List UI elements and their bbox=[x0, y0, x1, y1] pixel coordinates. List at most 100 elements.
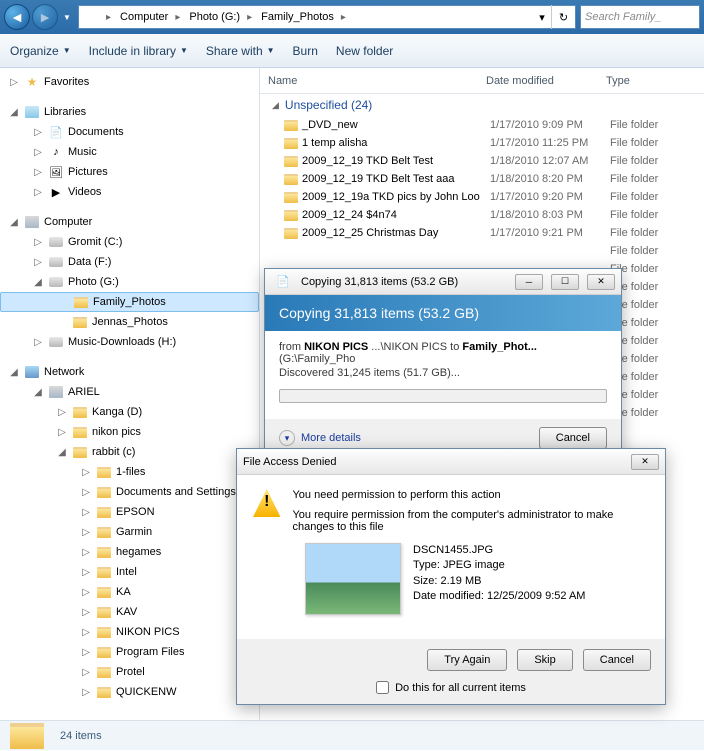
tree-item-data[interactable]: ▷Data (F:) bbox=[0, 252, 259, 272]
location-icon bbox=[83, 9, 99, 25]
videos-icon: ▶ bbox=[48, 184, 64, 200]
skip-button[interactable]: Skip bbox=[517, 649, 572, 671]
tree-item-kanga[interactable]: ▷Kanga (D) bbox=[0, 402, 259, 422]
file-row[interactable]: _DVD_new1/17/2010 9:09 PMFile folder bbox=[260, 116, 704, 134]
file-row[interactable]: 2009_12_19a TKD pics by John Loo1/17/201… bbox=[260, 188, 704, 206]
folder-icon bbox=[72, 404, 88, 420]
favorites-group[interactable]: ▷Favorites bbox=[0, 72, 259, 92]
refresh-button[interactable]: ↻ bbox=[551, 5, 575, 29]
folder-icon bbox=[96, 524, 112, 540]
tree-item[interactable]: ▷Protel bbox=[0, 662, 259, 682]
folder-icon bbox=[284, 192, 298, 203]
folder-icon bbox=[284, 138, 298, 149]
tree-item-nikon-pics[interactable]: ▷nikon pics bbox=[0, 422, 259, 442]
file-row[interactable]: 2009_12_19 TKD Belt Test1/18/2010 12:07 … bbox=[260, 152, 704, 170]
chevron-right-icon[interactable]: ▸ bbox=[338, 12, 349, 23]
libraries-group[interactable]: ◢Libraries bbox=[0, 102, 259, 122]
drive-icon bbox=[48, 254, 64, 270]
include-library-menu[interactable]: Include in library▼ bbox=[89, 44, 188, 58]
column-date[interactable]: Date modified bbox=[478, 75, 598, 87]
navigation-bar: ◄ ► ▼ ▸ Computer ▸ Photo (G:) ▸ Family_P… bbox=[0, 0, 704, 34]
back-button[interactable]: ◄ bbox=[4, 4, 30, 30]
folder-icon bbox=[284, 174, 298, 185]
tree-item-documents[interactable]: ▷📄Documents bbox=[0, 122, 259, 142]
file-row[interactable]: 2009_12_25 Christmas Day1/17/2010 9:21 P… bbox=[260, 224, 704, 242]
dialog-titlebar[interactable]: File Access Denied ✕ bbox=[237, 449, 665, 475]
file-row[interactable]: 2009_12_24 $4n741/18/2010 8:03 PMFile fo… bbox=[260, 206, 704, 224]
tree-item-jennas-photos[interactable]: Jennas_Photos bbox=[0, 312, 259, 332]
tree-item[interactable]: ▷hegames bbox=[0, 542, 259, 562]
dialog-title: Copying 31,813 items (53.2 GB) bbox=[301, 276, 507, 288]
tree-item[interactable]: ▷Documents and Settings bbox=[0, 482, 259, 502]
column-name[interactable]: Name bbox=[260, 75, 478, 87]
network-icon bbox=[24, 364, 40, 380]
chevron-down-icon: ▾ bbox=[279, 430, 295, 446]
file-row[interactable]: 1 temp alisha1/17/2010 11:25 PMFile fold… bbox=[260, 134, 704, 152]
tree-item-family-photos[interactable]: Family_Photos bbox=[0, 292, 259, 312]
folder-icon bbox=[96, 684, 112, 700]
breadcrumb-family-photos[interactable]: Family_Photos bbox=[255, 6, 338, 28]
breadcrumb-computer[interactable]: Computer bbox=[114, 6, 172, 28]
chevron-right-icon[interactable]: ▸ bbox=[244, 12, 255, 23]
file-metadata: DSCN1455.JPG Type: JPEG image Size: 2.19… bbox=[413, 543, 585, 615]
tree-item[interactable]: ▷Garmin bbox=[0, 522, 259, 542]
dialog-titlebar[interactable]: 📄 Copying 31,813 items (53.2 GB) ─ ☐ ✕ bbox=[265, 269, 621, 295]
folder-icon bbox=[96, 584, 112, 600]
folder-icon bbox=[96, 564, 112, 580]
tree-item-ariel[interactable]: ◢ARIEL bbox=[0, 382, 259, 402]
star-icon bbox=[24, 74, 40, 90]
tree-item-music[interactable]: ▷♪Music bbox=[0, 142, 259, 162]
chevron-right-icon[interactable]: ▸ bbox=[103, 12, 114, 23]
maximize-button[interactable]: ☐ bbox=[551, 274, 579, 290]
file-thumbnail bbox=[305, 543, 401, 615]
tree-item-music-downloads[interactable]: ▷Music-Downloads (H:) bbox=[0, 332, 259, 352]
column-type[interactable]: Type bbox=[598, 75, 704, 87]
column-headers: Name Date modified Type bbox=[260, 68, 704, 94]
try-again-button[interactable]: Try Again bbox=[427, 649, 507, 671]
pictures-icon: 🖼 bbox=[48, 164, 64, 180]
chevron-right-icon[interactable]: ▸ bbox=[172, 12, 183, 23]
breadcrumb-photo[interactable]: Photo (G:) bbox=[183, 6, 244, 28]
share-with-menu[interactable]: Share with▼ bbox=[206, 44, 275, 58]
tree-item-videos[interactable]: ▷▶Videos bbox=[0, 182, 259, 202]
folder-icon bbox=[10, 721, 52, 751]
search-input[interactable]: Search Family_ bbox=[580, 5, 700, 29]
tree-item-gromit[interactable]: ▷Gromit (C:) bbox=[0, 232, 259, 252]
folder-icon bbox=[73, 294, 89, 310]
close-button[interactable]: ✕ bbox=[587, 274, 615, 290]
tree-item-rabbit[interactable]: ◢rabbit (c) bbox=[0, 442, 259, 462]
tree-item[interactable]: ▷KA bbox=[0, 582, 259, 602]
tree-item[interactable]: ▷KAV bbox=[0, 602, 259, 622]
organize-menu[interactable]: Organize▼ bbox=[10, 44, 71, 58]
status-bar: 24 items bbox=[0, 720, 704, 750]
cancel-button[interactable]: Cancel bbox=[539, 427, 607, 449]
address-bar[interactable]: ▸ Computer ▸ Photo (G:) ▸ Family_Photos … bbox=[78, 5, 576, 29]
drive-icon bbox=[48, 274, 64, 290]
tree-item[interactable]: ▷EPSON bbox=[0, 502, 259, 522]
progress-bar bbox=[279, 389, 607, 403]
computer-group[interactable]: ◢Computer bbox=[0, 212, 259, 232]
network-group[interactable]: ◢Network bbox=[0, 362, 259, 382]
tree-item-photo[interactable]: ◢Photo (G:) bbox=[0, 272, 259, 292]
address-dropdown[interactable]: ▾ bbox=[533, 11, 551, 24]
forward-button[interactable]: ► bbox=[32, 4, 58, 30]
folder-icon bbox=[96, 544, 112, 560]
tree-item[interactable]: ▷QUICKENW bbox=[0, 682, 259, 702]
do-for-all-checkbox[interactable] bbox=[376, 681, 389, 694]
close-button[interactable]: ✕ bbox=[631, 454, 659, 470]
group-header[interactable]: ◢Unspecified (24) bbox=[260, 94, 704, 116]
cancel-button[interactable]: Cancel bbox=[583, 649, 651, 671]
file-row[interactable]: 2009_12_19 TKD Belt Test aaa1/18/2010 8:… bbox=[260, 170, 704, 188]
tree-item[interactable]: ▷Intel bbox=[0, 562, 259, 582]
tree-item[interactable]: ▷NIKON PICS bbox=[0, 622, 259, 642]
file-row[interactable]: File folder bbox=[260, 242, 704, 260]
new-folder-button[interactable]: New folder bbox=[336, 44, 393, 58]
history-dropdown[interactable]: ▼ bbox=[60, 7, 74, 27]
tree-item[interactable]: ▷Program Files bbox=[0, 642, 259, 662]
copy-discovered: Discovered 31,245 items (51.7 GB)... bbox=[279, 367, 607, 379]
burn-button[interactable]: Burn bbox=[293, 44, 318, 58]
tree-item[interactable]: ▷1-files bbox=[0, 462, 259, 482]
tree-item-pictures[interactable]: ▷🖼Pictures bbox=[0, 162, 259, 182]
more-details-toggle[interactable]: ▾More details bbox=[279, 430, 361, 446]
minimize-button[interactable]: ─ bbox=[515, 274, 543, 290]
